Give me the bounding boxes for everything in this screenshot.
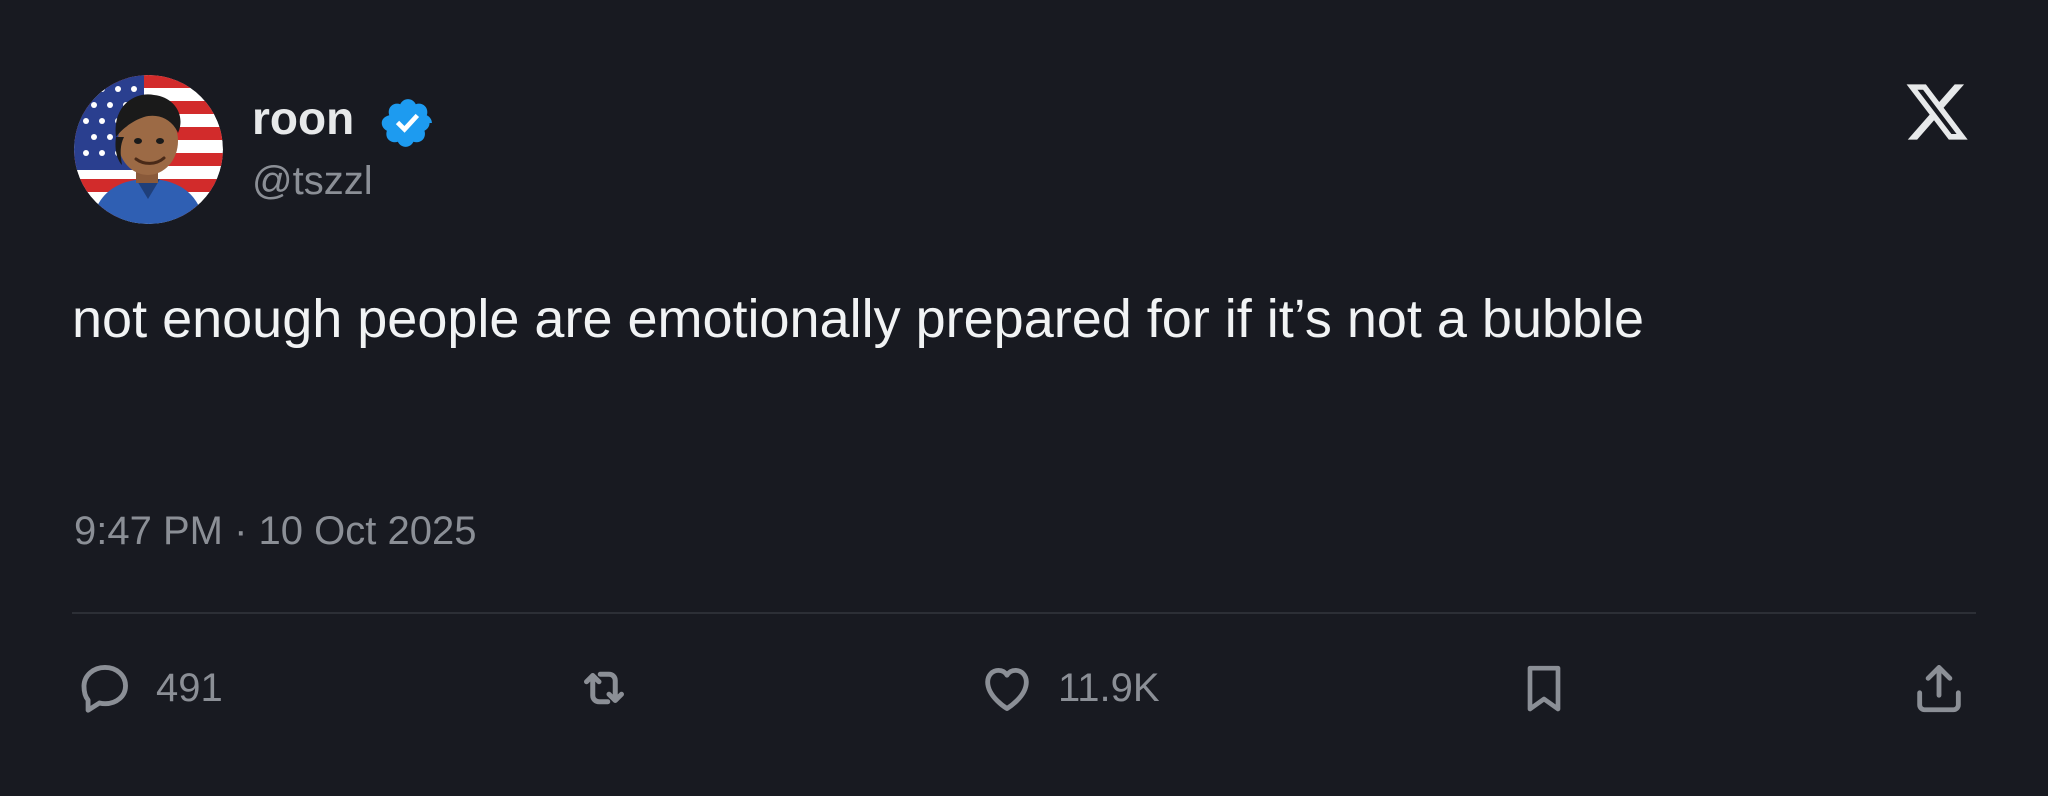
heart-icon — [985, 667, 1029, 711]
bookmark-button[interactable] — [1516, 658, 1572, 718]
avatar-image — [74, 75, 223, 224]
reply-button[interactable]: 491 — [76, 658, 223, 718]
retweet-icon — [584, 671, 624, 705]
share-button[interactable] — [1910, 658, 1968, 718]
retweet-button[interactable] — [574, 658, 634, 718]
avatar[interactable] — [74, 75, 223, 224]
like-button[interactable]: 11.9K — [978, 658, 1160, 718]
user-handle[interactable]: @tszzl — [252, 156, 373, 206]
display-name[interactable]: roon — [252, 90, 354, 146]
like-count: 11.9K — [1058, 666, 1160, 710]
tweet-card: roon @tszzl not enough people are emotio… — [0, 0, 2048, 796]
reply-icon — [81, 665, 128, 713]
verified-badge-icon — [381, 99, 432, 147]
tweet-text: not enough people are emotionally prepar… — [72, 289, 1645, 349]
divider — [72, 612, 1976, 614]
reply-count: 491 — [156, 666, 223, 710]
share-icon — [1917, 665, 1961, 713]
x-logo-icon[interactable] — [1903, 78, 1971, 146]
tweet-timestamp[interactable]: 9:47 PM · 10 Oct 2025 — [74, 506, 476, 556]
bookmark-icon — [1527, 665, 1561, 712]
